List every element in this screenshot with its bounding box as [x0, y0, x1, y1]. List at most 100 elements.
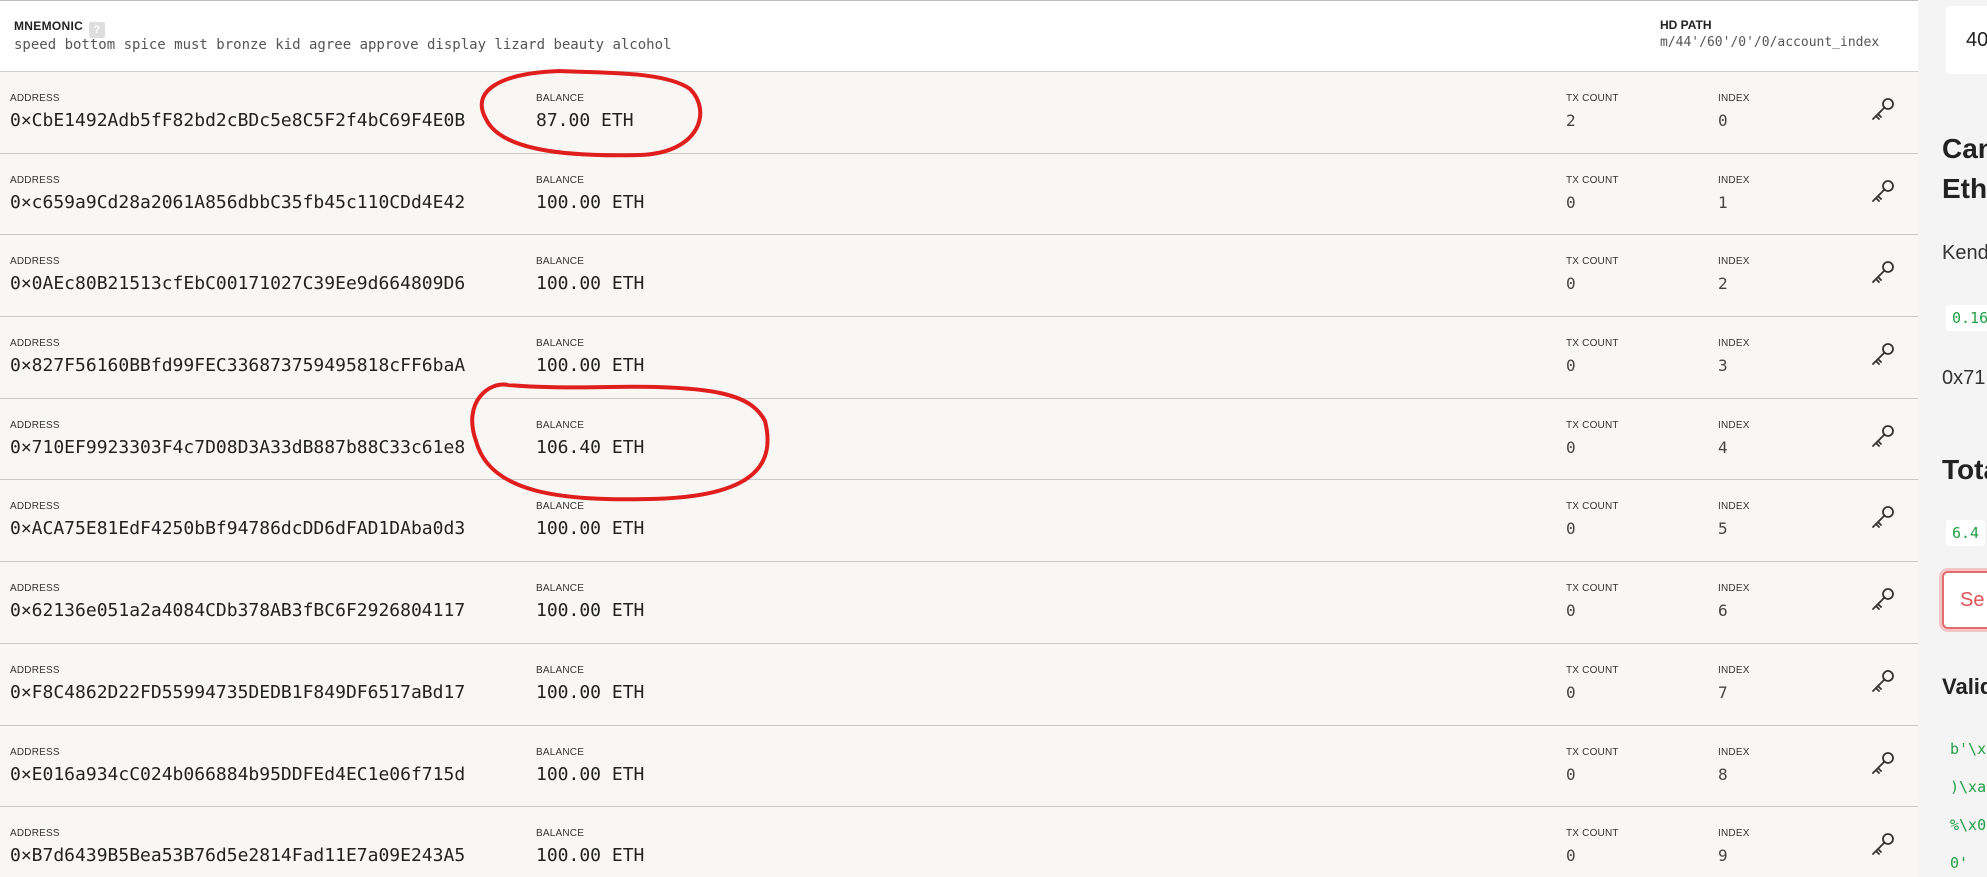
balance-value: 106.40 ETH — [536, 436, 645, 458]
tx-count-value: 0 — [1566, 682, 1576, 702]
key-icon-svg — [1872, 343, 1894, 365]
address-label: ADDRESS — [10, 174, 60, 186]
balance-value: 100.00 ETH — [536, 763, 645, 785]
index-label: INDEX — [1718, 746, 1750, 758]
right-panel-button[interactable]: Se — [1942, 571, 1987, 629]
address-value: 0×CbE1492Adb5fF82bd2cBDc5e8C5F2f4bC69F4E… — [10, 110, 466, 131]
address-label: ADDRESS — [10, 338, 60, 350]
address-label: ADDRESS — [10, 419, 60, 431]
key-icon-svg — [1872, 98, 1894, 120]
right-text-1: Kend — [1942, 242, 1987, 264]
hd-path-value: m/44'/60'/0'/0/account_index — [1660, 35, 1880, 50]
index-label: INDEX — [1718, 583, 1750, 595]
balance-label: BALANCE — [536, 419, 585, 431]
account-row: ADDRESS 0×0AEc80B21513cfEbC00171027C39Ee9… — [0, 235, 1918, 318]
mnemonic-words: speed bottom spice must bronze kid agree… — [14, 37, 672, 53]
key-icon[interactable] — [1868, 750, 1896, 778]
address-label: ADDRESS — [10, 501, 60, 513]
index-value: 5 — [1718, 519, 1728, 539]
right-code-1: 0.16 — [1946, 305, 1987, 331]
code-line-2: )\xa — [1950, 778, 1987, 796]
index-value: 7 — [1718, 682, 1728, 702]
key-icon[interactable] — [1868, 831, 1896, 859]
accounts-panel: MNEMONIC? speed bottom spice must bronze… — [0, 0, 1918, 877]
tx-count-label: TX COUNT — [1566, 501, 1619, 513]
key-icon-svg — [1872, 669, 1894, 692]
key-icon[interactable] — [1868, 423, 1896, 451]
balance-label: BALANCE — [536, 746, 585, 758]
balance-label: BALANCE — [536, 501, 585, 513]
key-icon[interactable] — [1868, 96, 1896, 124]
right-code-2: 6.4 — [1946, 520, 1986, 546]
address-value: 0×62136e051a2a4084CDb378AB3fBC6F29268041… — [10, 600, 466, 622]
key-icon-svg — [1872, 179, 1894, 202]
key-icon-svg — [1872, 506, 1894, 529]
key-icon[interactable] — [1868, 341, 1896, 369]
tx-count-label: TX COUNT — [1566, 419, 1619, 431]
address-label: ADDRESS — [10, 828, 60, 840]
key-icon[interactable] — [1868, 504, 1896, 532]
balance-value: 100.00 ETH — [536, 518, 645, 540]
index-value: 8 — [1718, 764, 1728, 784]
index-label: INDEX — [1718, 501, 1750, 513]
index-value: 1 — [1718, 192, 1728, 212]
balance-value: 100.00 ETH — [536, 355, 645, 377]
key-icon-svg — [1872, 751, 1894, 774]
account-row: ADDRESS 0×F8C4862D22FD55994735DEDB1F849DF… — [0, 643, 1918, 726]
balance-value: 87.00 ETH — [536, 110, 634, 131]
address-label: ADDRESS — [10, 664, 60, 676]
right-heading-1-line2: Eth — [1942, 173, 1987, 204]
right-heading-3: Valid — [1942, 674, 1987, 699]
index-label: INDEX — [1718, 338, 1750, 350]
tx-count-label: TX COUNT — [1566, 664, 1619, 676]
mnemonic-header: MNEMONIC? speed bottom spice must bronze… — [0, 1, 1918, 72]
key-icon-svg — [1872, 261, 1894, 284]
code-line-1: b'\x — [1950, 740, 1987, 758]
account-row: ADDRESS 0×710EF9923303F4c7D08D3A33dB887b8… — [0, 398, 1918, 481]
right-panel-button-label: Se — [1960, 589, 1985, 611]
balance-value: 100.00 ETH — [536, 845, 645, 867]
tx-count-value: 0 — [1566, 519, 1576, 539]
tx-count-value: 0 — [1566, 764, 1576, 784]
help-icon[interactable]: ? — [89, 22, 106, 38]
right-panel-box-text: 40 — [1966, 29, 1987, 51]
key-icon-svg — [1872, 588, 1894, 611]
key-icon[interactable] — [1868, 178, 1896, 206]
balance-label: BALANCE — [536, 583, 585, 595]
index-value: 2 — [1718, 274, 1728, 294]
index-label: INDEX — [1718, 93, 1750, 104]
tx-count-label: TX COUNT — [1566, 828, 1619, 840]
address-value: 0×E016a934cC024b066884b95DDFEd4EC1e06f71… — [10, 763, 466, 785]
key-icon[interactable] — [1868, 259, 1896, 287]
account-row: ADDRESS 0×ACA75E81EdF4250bBf94786dcDD6dFA… — [0, 480, 1918, 563]
tx-count-value: 0 — [1566, 192, 1576, 212]
account-row: ADDRESS 0×c659a9Cd28a2061A856dbbC35fb45c1… — [0, 153, 1918, 236]
address-label: ADDRESS — [10, 93, 60, 104]
index-value: 0 — [1718, 111, 1728, 130]
tx-count-label: TX COUNT — [1566, 338, 1619, 350]
right-text-2: 0x71 — [1942, 367, 1986, 389]
account-row: ADDRESS 0×E016a934cC024b066884b95DDFEd4EC… — [0, 725, 1918, 808]
index-label: INDEX — [1718, 256, 1750, 268]
key-icon[interactable] — [1868, 668, 1896, 696]
account-row: ADDRESS 0×B7d6439B5Bea53B76d5e2814Fad11E7… — [0, 807, 1918, 877]
key-icon[interactable] — [1868, 586, 1896, 614]
balance-value: 100.00 ETH — [536, 681, 645, 703]
index-value: 6 — [1718, 601, 1728, 621]
tx-count-label: TX COUNT — [1566, 174, 1619, 186]
address-value: 0×F8C4862D22FD55994735DEDB1F849DF6517aBd… — [10, 681, 466, 703]
key-icon-svg — [1872, 833, 1894, 856]
address-value: 0×ACA75E81EdF4250bBf94786dcDD6dFAD1DAba0… — [10, 518, 466, 540]
address-label: ADDRESS — [10, 583, 60, 595]
code-line-4: 0' — [1950, 854, 1969, 872]
account-row: ADDRESS 0×62136e051a2a4084CDb378AB3fBC6F2… — [0, 562, 1918, 644]
balance-value: 100.00 ETH — [536, 191, 645, 213]
balance-label: BALANCE — [536, 93, 585, 104]
balance-value: 100.00 ETH — [536, 600, 645, 622]
right-heading-2: Tota — [1942, 454, 1987, 485]
tx-count-label: TX COUNT — [1566, 256, 1619, 268]
index-label: INDEX — [1718, 828, 1750, 840]
index-label: INDEX — [1718, 419, 1750, 431]
tx-count-label: TX COUNT — [1566, 746, 1619, 758]
account-list: ADDRESS 0×CbE1492Adb5fF82bd2cBDc5e8C5F2f4… — [0, 72, 1918, 877]
